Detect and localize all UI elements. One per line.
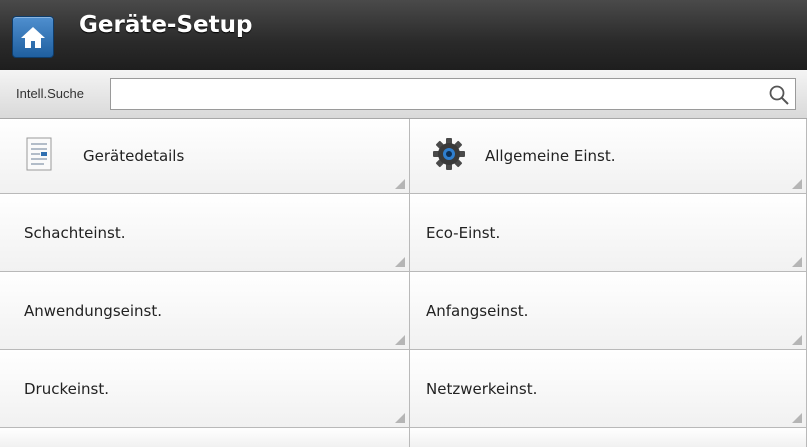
home-icon [21,27,45,48]
tile-netzwerkeinst[interactable]: Netzwerkeinst. [410,350,807,428]
document-icon [26,137,52,175]
corner-marker-icon [792,257,802,267]
home-button[interactable] [12,16,54,58]
tile-label: Gerätedetails [83,147,185,165]
corner-marker-icon [792,413,802,423]
tile-schachteinst[interactable]: Schachteinst. [0,194,410,272]
settings-grid: Gerätedetails Allgemeine Einst. Schachte… [0,119,807,447]
corner-marker-icon [792,335,802,345]
tile-label: Anfangseinst. [426,301,529,320]
tile-anwendungseinst[interactable]: Anwendungseinst. [0,272,410,350]
tile-geraetedetails[interactable]: Gerätedetails [0,119,410,194]
gear-icon [432,137,466,175]
tile-label: Anwendungseinst. [24,301,163,320]
tile-label: Eco-Einst. [426,223,501,242]
tile-eco-einst[interactable]: Eco-Einst. [410,194,807,272]
tile-partial[interactable] [0,428,410,447]
corner-marker-icon [395,335,405,345]
corner-marker-icon [395,179,405,189]
tile-partial[interactable] [410,428,807,447]
tile-druckeinst[interactable]: Druckeinst. [0,350,410,428]
corner-marker-icon [395,413,405,423]
tile-allgemeine-einst[interactable]: Allgemeine Einst. [410,119,807,194]
search-input[interactable] [110,78,796,110]
tile-label: Druckeinst. [24,379,109,398]
tile-anfangseinst[interactable]: Anfangseinst. [410,272,807,350]
page-title: Geräte-Setup [79,12,253,38]
corner-marker-icon [792,179,802,189]
tile-label: Netzwerkeinst. [426,379,538,398]
tile-label: Allgemeine Einst. [485,147,616,165]
corner-marker-icon [395,257,405,267]
search-icon[interactable] [768,84,790,106]
search-bar: Intell.Suche [0,70,807,119]
tile-label: Schachteinst. [24,223,126,242]
title-bar: Geräte-Setup [0,0,807,71]
search-label: Intell.Suche [16,86,84,101]
